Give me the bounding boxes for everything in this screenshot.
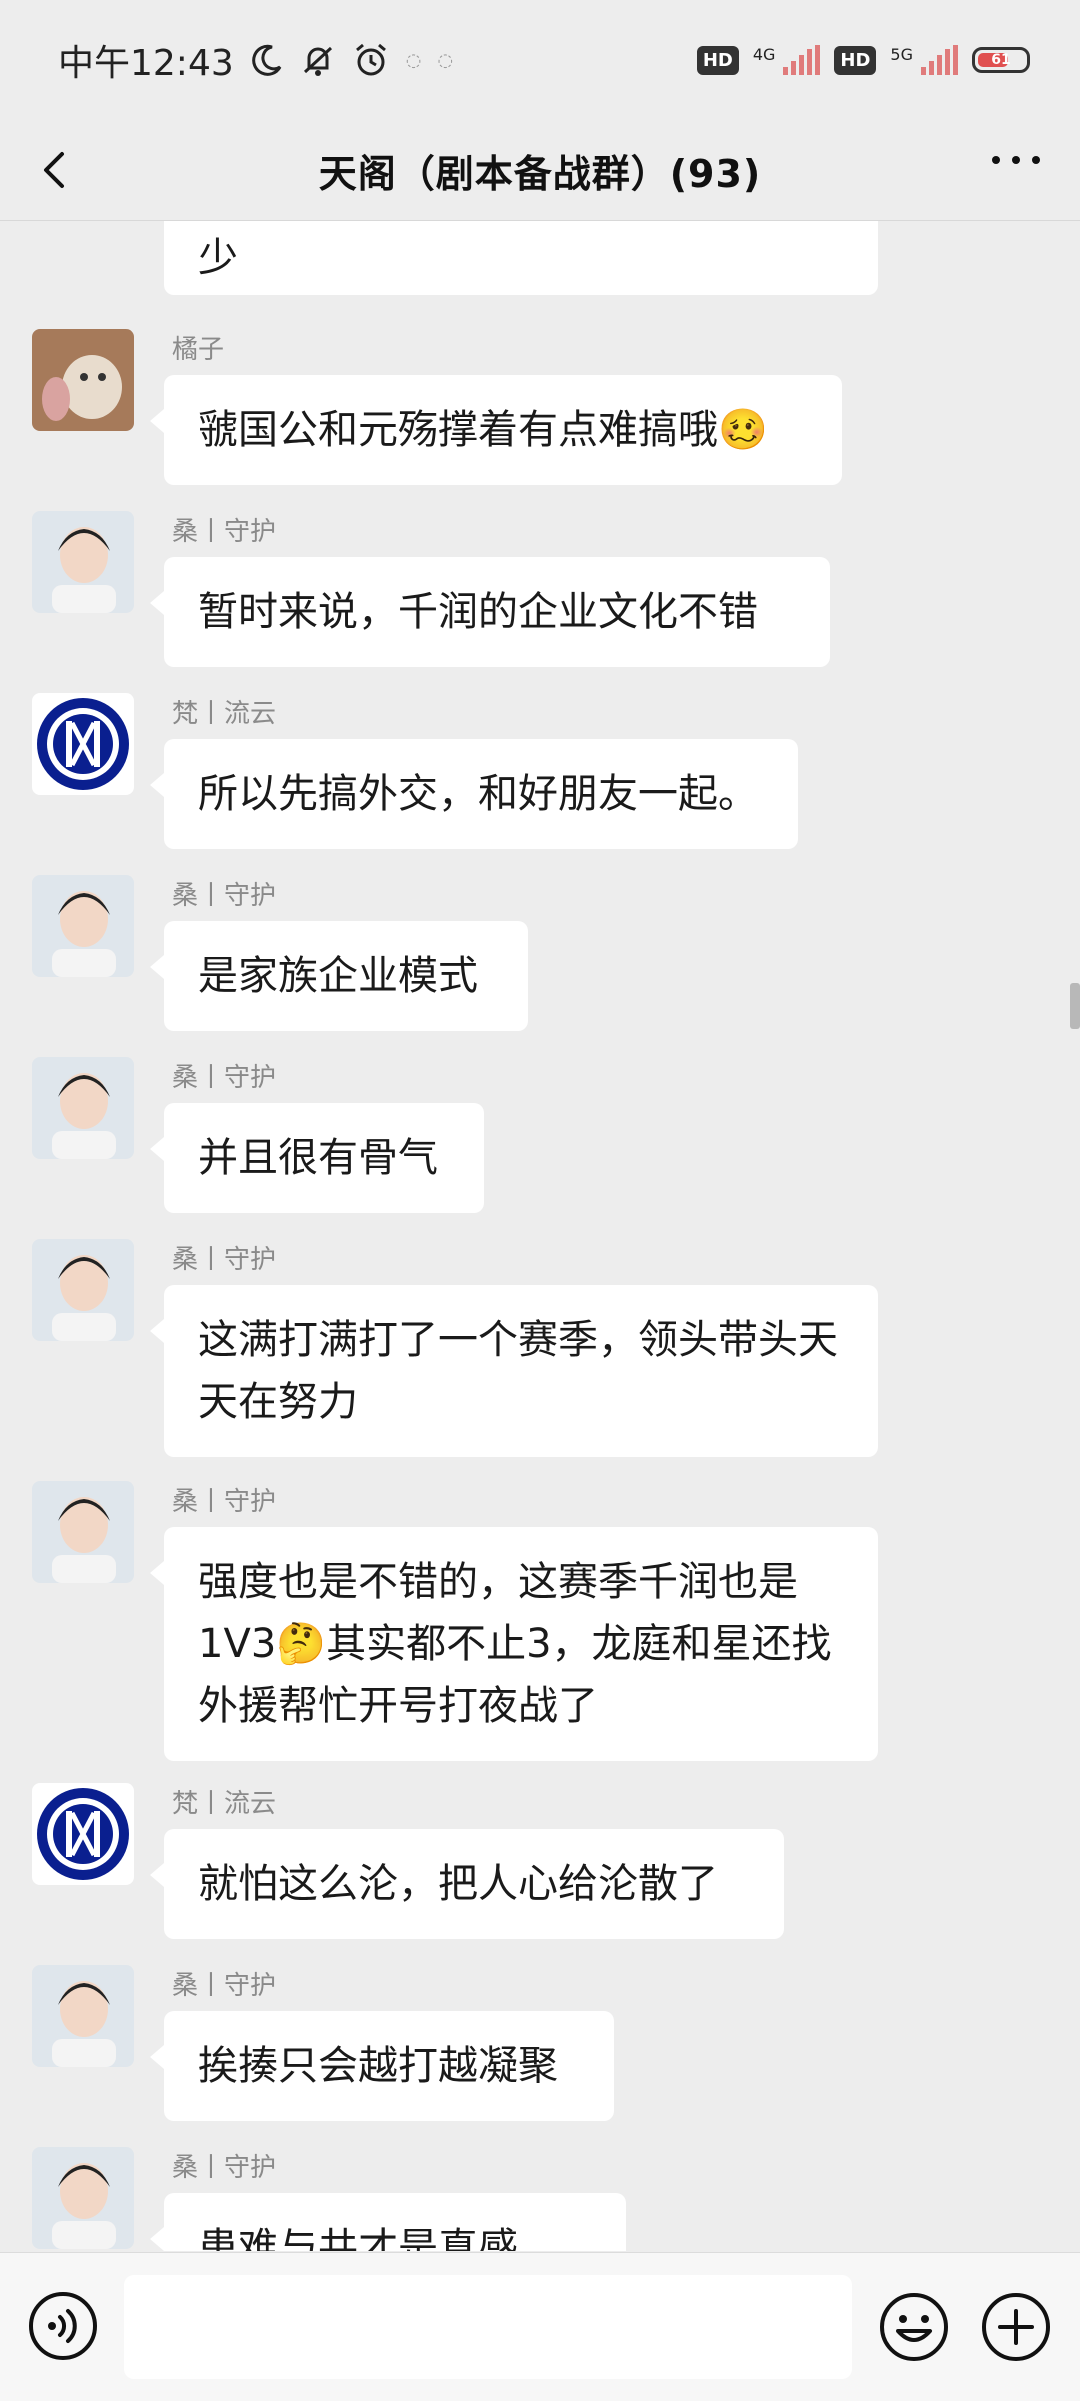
status-bar: 中午12:43 ◌ ◌ HD 4G HD 5G 61 [0,0,1080,120]
avatar[interactable] [32,2147,134,2249]
message-bubble[interactable]: 少 [164,221,878,295]
sender-name: 桑丨守护 [172,2153,277,2183]
signal-icon [921,45,958,75]
avatar[interactable] [32,875,134,977]
notification-dot-icon: ◌ [437,49,454,71]
message-bubble[interactable]: 这满打满打了一个赛季，领头带头天天在努力 [150,1285,878,1457]
message-bubble[interactable]: 就怕这么沦，把人心给沦散了 [150,1829,784,1939]
voice-icon[interactable] [28,2291,98,2361]
sender-name: 梵丨流云 [172,699,277,729]
hd-badge: HD [696,45,739,75]
message-bubble[interactable]: 并且很有骨气 [150,1103,484,1213]
avatar[interactable] [32,1239,134,1341]
battery-icon: 61 [972,47,1030,73]
chat-title: 天阁（剧本备战群）(93) [318,151,762,196]
avatar[interactable] [32,1783,134,1885]
message-bubble[interactable]: 患难与共才是真感情。 [150,2193,626,2251]
avatar[interactable] [32,1481,134,1583]
sender-name: 桑丨守护 [172,1063,277,1093]
avatar[interactable] [32,1057,134,1159]
sender-name: 桑丨守护 [172,1487,277,1517]
sender-name: 桑丨守护 [172,881,277,911]
message-bubble[interactable]: 挨揍只会越打越凝聚 [150,2011,614,2121]
message-bubble[interactable]: 暂时来说，千润的企业文化不错 [150,557,830,667]
avatar[interactable] [32,693,134,795]
mute-bell-icon [303,46,332,76]
sender-name: 橘子 [172,335,225,365]
avatar[interactable] [32,329,134,431]
alarm-icon [355,43,386,76]
message-list[interactable]: 少 橘子 虢国公和元殇撑着有点难搞哦🥴 桑丨守护 暂时来说，千润的企业文化不错 … [0,221,1080,2251]
battery-level: 61 [991,52,1011,68]
back-arrow-icon[interactable] [34,148,78,192]
message-bubble[interactable]: 所以先搞外交，和好朋友一起。 [150,739,798,849]
message-bubble[interactable]: 强度也是不错的，这赛季千润也是1V3🤔其实都不止3，龙庭和星还找外援帮忙开号打夜… [150,1527,878,1761]
moon-icon [251,44,282,76]
emoji-icon[interactable] [878,2291,950,2363]
network-type: 4G [752,45,776,64]
message-bubble[interactable]: 是家族企业模式 [150,921,528,1031]
chat-header: 天阁（剧本备战群）(93) [0,120,1080,221]
notification-dot-icon: ◌ [405,49,422,71]
scrollbar-thumb[interactable] [1070,983,1080,1029]
sender-name: 桑丨守护 [172,517,277,547]
avatar[interactable] [32,511,134,613]
avatar[interactable] [32,1965,134,2067]
input-bar [0,2252,1080,2401]
network-type: 5G [890,45,913,64]
signal-icon [783,45,821,75]
sender-name: 桑丨守护 [172,1971,277,2001]
message-input[interactable] [124,2275,852,2379]
message-bubble[interactable]: 虢国公和元殇撑着有点难搞哦🥴 [150,375,842,485]
plus-icon[interactable] [980,2291,1052,2363]
sender-name: 桑丨守护 [172,1245,277,1275]
hd-badge: HD [834,45,877,75]
clock: 中午12:43 [58,43,234,84]
more-dots-icon[interactable] [992,156,1040,164]
sender-name: 梵丨流云 [172,1789,277,1819]
